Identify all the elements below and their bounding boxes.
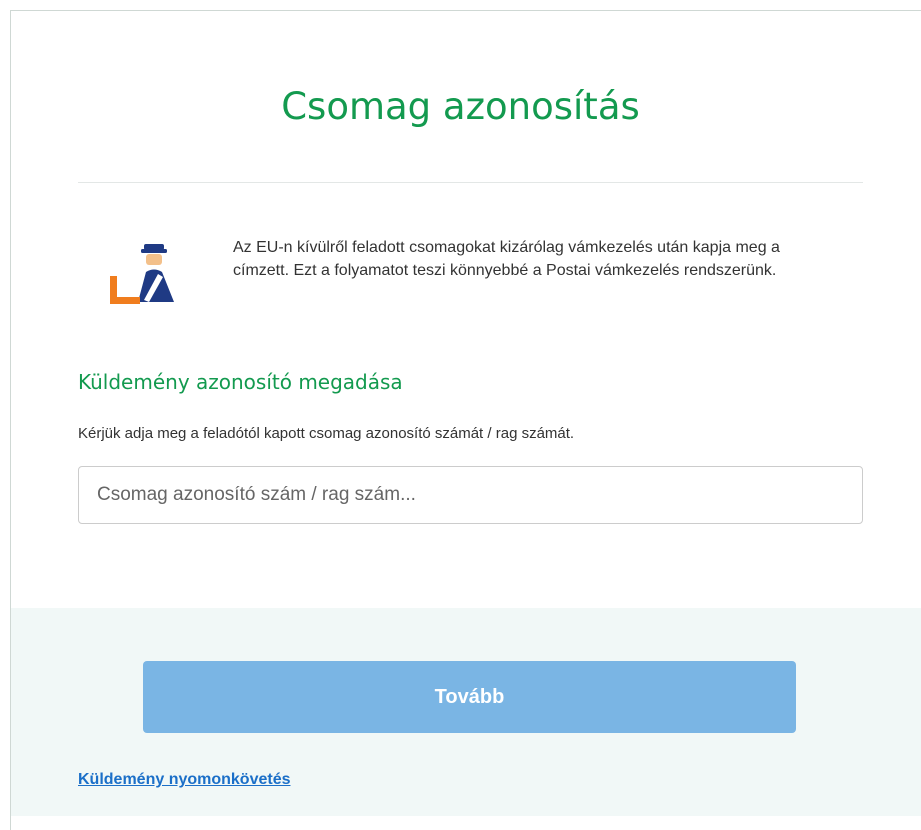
info-text: Az EU-n kívülről feladott csomagokat kiz…: [233, 239, 780, 279]
page-title: Csomag azonosítás: [281, 85, 640, 128]
customs-officer-icon: [110, 244, 174, 304]
instruction-text: Kérjük adja meg a feladótól kapott csoma…: [78, 425, 575, 442]
package-id-input[interactable]: [78, 466, 863, 524]
section-heading: Küldemény azonosító megadása: [78, 370, 403, 394]
next-button[interactable]: Tovább: [143, 661, 796, 733]
tracking-link[interactable]: Küldemény nyomonkövetés: [78, 771, 291, 789]
title-divider: [78, 182, 863, 183]
